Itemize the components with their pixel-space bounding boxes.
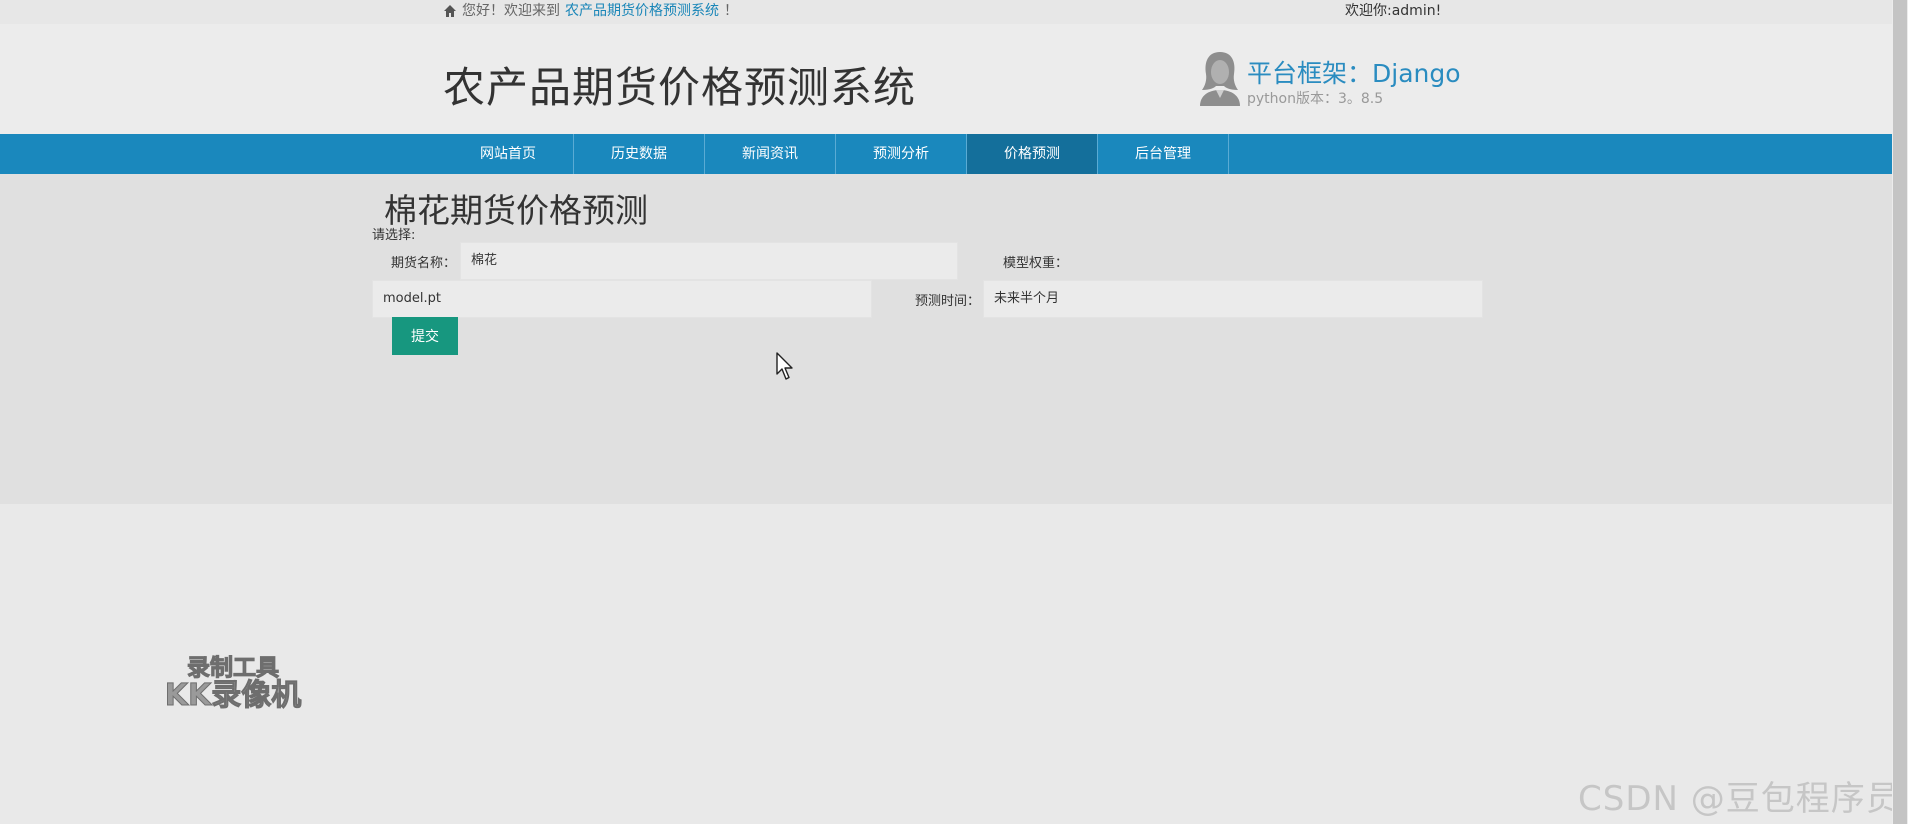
site-title: 农产品期货价格预测系统 <box>443 63 917 112</box>
recorder-watermark: 录制工具 KK录像机 <box>160 655 306 714</box>
nav-item-history[interactable]: 历史数据 <box>574 134 705 174</box>
user-avatar-icon <box>1200 52 1240 106</box>
vertical-scrollbar[interactable] <box>1892 0 1908 824</box>
csdn-watermark: CSDN @豆包程序员 <box>1578 779 1901 819</box>
submit-button[interactable]: 提交 <box>392 317 458 355</box>
site-header: 农产品期货价格预测系统 平台框架：Django python版本：3。8.5 <box>0 24 1892 134</box>
greeting-text: 您好！欢迎来到 <box>462 3 560 19</box>
site-name-link[interactable]: 农产品期货价格预测系统 <box>565 1 719 21</box>
model-weight-label: 模型权重： <box>1003 256 1069 271</box>
nav-item-price-predict[interactable]: 价格预测 <box>967 134 1098 174</box>
future-name-select[interactable]: 棉花 <box>460 242 958 280</box>
mouse-cursor-icon <box>776 352 793 380</box>
greeting-end: ！ <box>724 3 738 19</box>
recorder-watermark-line2: KK录像机 <box>164 678 302 714</box>
model-weight-select[interactable]: model.pt <box>372 280 872 318</box>
main-content: 棉花期货价格预测 请选择: 期货名称： 棉花 模型权重： model.pt 预测… <box>0 174 1892 504</box>
page-title: 棉花期货价格预测 <box>384 191 648 230</box>
welcome-message: 您好！欢迎来到 农产品期货价格预测系统 ！ <box>443 1 738 21</box>
recorder-watermark-line1: 录制工具 <box>187 655 280 681</box>
nav-item-analysis[interactable]: 预测分析 <box>836 134 967 174</box>
home-icon <box>444 5 456 17</box>
nav-item-admin[interactable]: 后台管理 <box>1098 134 1229 174</box>
future-name-label: 期货名称： <box>391 256 457 271</box>
nav-item-home[interactable]: 网站首页 <box>443 134 574 174</box>
user-greeting: 欢迎你:admin! <box>1345 3 1442 19</box>
framework-label: 平台框架：Django <box>1247 59 1461 88</box>
main-nav: 网站首页 历史数据 新闻资讯 预测分析 价格预测 后台管理 <box>0 134 1892 174</box>
python-version: python版本：3。8.5 <box>1247 91 1384 107</box>
nav-item-news[interactable]: 新闻资讯 <box>705 134 836 174</box>
predict-time-select[interactable]: 未来半个月 <box>983 280 1483 318</box>
choose-label: 请选择: <box>372 228 416 243</box>
scrollbar-thumb[interactable] <box>1893 0 1907 824</box>
top-bar: 您好！欢迎来到 农产品期货价格预测系统 ！ 欢迎你:admin! <box>0 0 1892 24</box>
predict-time-label: 预测时间： <box>915 294 981 309</box>
